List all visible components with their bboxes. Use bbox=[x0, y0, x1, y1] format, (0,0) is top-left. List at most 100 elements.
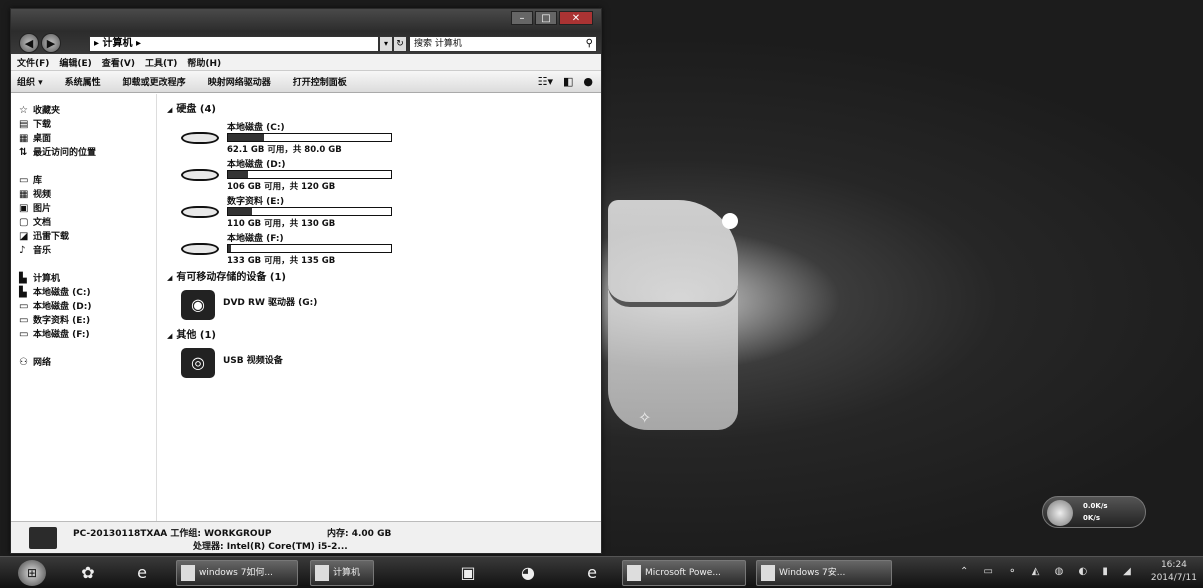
nav-item-downloads[interactable]: ▤ 下载 bbox=[19, 118, 156, 132]
recent-places-icon: ⇅ bbox=[19, 147, 28, 158]
nav-item-videos[interactable]: ▦ 视频 bbox=[19, 188, 156, 202]
drive-item-c[interactable]: 本地磁盘 (C:) 62.1 GB 可用，共 80.0 GB bbox=[167, 120, 601, 157]
powerpoint-icon bbox=[627, 565, 641, 581]
hard-drive-icon bbox=[181, 128, 219, 148]
maximize-button[interactable]: □ bbox=[535, 11, 557, 25]
content-area: ☆ 收藏夹 ▤ 下载 ▦ 桌面 ⇅ 最近访问的位置 ▭ 库 ▦ 视频 ▣ 图片 ▢ 文档 ◪ 迅雷… bbox=[11, 94, 601, 521]
taskbar-task-powerpoint[interactable]: Microsoft Powe... bbox=[622, 560, 746, 586]
network-speed-gadget[interactable]: 0.0K/s 0K/s bbox=[1042, 496, 1146, 528]
computer-icon: ▙ bbox=[19, 273, 27, 284]
nav-favorites-header[interactable]: ☆ 收藏夹 bbox=[19, 104, 156, 118]
upload-speed: 0.0K/s bbox=[1083, 502, 1108, 510]
uninstall-program-button[interactable]: 卸载或更改程序 bbox=[123, 75, 186, 88]
explorer-window: – □ ✕ ◀ ▶ ▸ 计算机 ▸ ▾ ↻ 搜索 计算机 ⚲ 文件(F) 编辑(… bbox=[10, 8, 602, 554]
taskbar-task-browser[interactable]: windows 7如何... bbox=[176, 560, 298, 586]
system-properties-button[interactable]: 系统属性 bbox=[65, 75, 101, 88]
download-speed: 0K/s bbox=[1083, 514, 1101, 522]
nav-computer-header[interactable]: ▙ 计算机 bbox=[19, 272, 156, 286]
nav-item-recent-places[interactable]: ⇅ 最近访问的位置 bbox=[19, 146, 156, 160]
hard-drive-icon bbox=[181, 165, 219, 185]
taskbar-task-computer[interactable]: 计算机 bbox=[310, 560, 374, 586]
minimize-button[interactable]: – bbox=[511, 11, 533, 25]
computer-icon bbox=[29, 527, 57, 549]
system-drive-icon: ▙ bbox=[19, 287, 27, 298]
address-bar[interactable]: ▸ 计算机 ▸ bbox=[89, 36, 379, 52]
dvd-drive-icon: ◉ bbox=[181, 290, 215, 320]
wallpaper-band bbox=[608, 285, 738, 307]
group-header-hard-disks[interactable]: ◢ 硬盘 (4) bbox=[167, 100, 601, 115]
refresh-icon[interactable]: ↻ bbox=[393, 36, 407, 52]
gadget-ball-icon bbox=[1047, 500, 1073, 526]
window-controls: – □ ✕ bbox=[509, 11, 593, 25]
music-icon: ♪ bbox=[19, 245, 26, 256]
nav-item-thunder-downloads[interactable]: ◪ 迅雷下载 bbox=[19, 230, 156, 244]
menu-file[interactable]: 文件(F) bbox=[17, 56, 49, 69]
memory-info: 内存: 4.00 GB bbox=[327, 529, 392, 539]
group-header-removable[interactable]: ◢ 有可移动存储的设备 (1) bbox=[167, 268, 601, 283]
menu-view[interactable]: 查看(V) bbox=[102, 56, 135, 69]
close-button[interactable]: ✕ bbox=[559, 11, 593, 25]
nav-libraries-header[interactable]: ▭ 库 bbox=[19, 174, 156, 188]
nav-item-music[interactable]: ♪ 音乐 bbox=[19, 244, 156, 258]
dvd-drive-item[interactable]: ◉ DVD RW 驱动器 (G:) bbox=[167, 288, 601, 326]
desktop-icon: ▦ bbox=[19, 133, 29, 144]
drive-item-f[interactable]: 本地磁盘 (F:) 133 GB 可用，共 135 GB bbox=[167, 231, 601, 268]
collapse-arrow-icon: ◢ bbox=[167, 274, 173, 282]
internet-explorer-icon[interactable]: e bbox=[130, 562, 154, 584]
nav-item-drive-d[interactable]: ▭ 本地磁盘 (D:) bbox=[19, 300, 156, 314]
start-button[interactable]: ⊞ bbox=[18, 560, 46, 586]
clock[interactable]: 16:24 2014/7/11 bbox=[1151, 559, 1197, 585]
nav-item-drive-e[interactable]: ▭ 数字资料 (E:) bbox=[19, 314, 156, 328]
title-bar[interactable]: – □ ✕ ◀ ▶ ▸ 计算机 ▸ ▾ ↻ 搜索 计算机 ⚲ bbox=[11, 9, 601, 54]
drive-usage-fill bbox=[228, 134, 264, 141]
drive-item-d[interactable]: 本地磁盘 (D:) 106 GB 可用，共 120 GB bbox=[167, 157, 601, 194]
search-input[interactable]: 搜索 计算机 ⚲ bbox=[409, 36, 597, 52]
group-header-other[interactable]: ◢ 其他 (1) bbox=[167, 326, 601, 341]
collapse-arrow-icon: ◢ bbox=[167, 332, 173, 340]
pinned-app-icon[interactable]: ◕ bbox=[516, 562, 540, 584]
forward-button[interactable]: ▶ bbox=[41, 33, 61, 53]
map-network-drive-button[interactable]: 映射网络驱动器 bbox=[208, 75, 271, 88]
usb-video-device-item[interactable]: ◎ USB 视频设备 bbox=[167, 346, 601, 384]
system-tray[interactable]: ⌃ ▭ ⚬ ◭ ◍ ◐ ▮ ◢ bbox=[960, 566, 1137, 577]
drive-free-space: 133 GB 可用，共 135 GB bbox=[227, 256, 336, 266]
dvd-drive-label: DVD RW 驱动器 (G:) bbox=[223, 298, 318, 308]
webcam-icon: ◎ bbox=[181, 348, 215, 378]
nav-item-drive-c[interactable]: ▙ 本地磁盘 (C:) bbox=[19, 286, 156, 300]
drive-item-e[interactable]: 数字资料 (E:) 110 GB 可用，共 130 GB bbox=[167, 194, 601, 231]
pinned-app-icon[interactable]: ✿ bbox=[76, 562, 100, 584]
nav-item-pictures[interactable]: ▣ 图片 bbox=[19, 202, 156, 216]
nav-item-documents[interactable]: ▢ 文档 bbox=[19, 216, 156, 230]
star-icon: ☆ bbox=[19, 105, 28, 116]
media-player-icon[interactable]: ▣ bbox=[456, 562, 480, 584]
network-icon: ⚇ bbox=[19, 357, 28, 368]
view-options-icon[interactable]: ☷▾ bbox=[538, 75, 553, 88]
search-icon[interactable]: ⚲ bbox=[586, 37, 593, 51]
nav-item-drive-f[interactable]: ▭ 本地磁盘 (F:) bbox=[19, 328, 156, 342]
details-pane: PC-20130118TXAA 工作组: WORKGROUP 内存: 4.00 … bbox=[11, 521, 601, 553]
drive-usage-fill bbox=[228, 245, 232, 252]
menu-tools[interactable]: 工具(T) bbox=[145, 56, 177, 69]
drive-name: 本地磁盘 (F:) bbox=[227, 234, 284, 244]
wallpaper-object bbox=[608, 200, 738, 430]
search-placeholder: 搜索 计算机 bbox=[414, 39, 462, 49]
nav-item-desktop[interactable]: ▦ 桌面 bbox=[19, 132, 156, 146]
menu-bar: 文件(F) 编辑(E) 查看(V) 工具(T) 帮助(H) bbox=[11, 54, 601, 71]
internet-explorer-icon[interactable]: e bbox=[580, 562, 604, 584]
clock-time: 16:24 bbox=[1160, 560, 1187, 570]
open-control-panel-button[interactable]: 打开控制面板 bbox=[293, 75, 347, 88]
address-dropdown-icon[interactable]: ▾ bbox=[379, 36, 393, 52]
back-button[interactable]: ◀ bbox=[19, 33, 39, 53]
drive-usage-bar bbox=[227, 133, 392, 142]
hard-drive-icon bbox=[181, 202, 219, 222]
menu-help[interactable]: 帮助(H) bbox=[187, 56, 221, 69]
organize-button[interactable]: 组织 ▾ bbox=[17, 75, 43, 88]
menu-edit[interactable]: 编辑(E) bbox=[59, 56, 91, 69]
nav-network: ⚇ 网络 bbox=[19, 356, 156, 370]
nav-network-header[interactable]: ⚇ 网络 bbox=[19, 356, 156, 370]
taskbar-task-windows7[interactable]: Windows 7安... bbox=[756, 560, 892, 586]
drive-usage-bar bbox=[227, 244, 392, 253]
taskbar: ⊞ ✿ e windows 7如何... 计算机 ▣ ◕ e Microsoft… bbox=[0, 556, 1203, 588]
help-icon[interactable]: ● bbox=[583, 75, 593, 88]
preview-pane-icon[interactable]: ◧ bbox=[563, 75, 573, 88]
